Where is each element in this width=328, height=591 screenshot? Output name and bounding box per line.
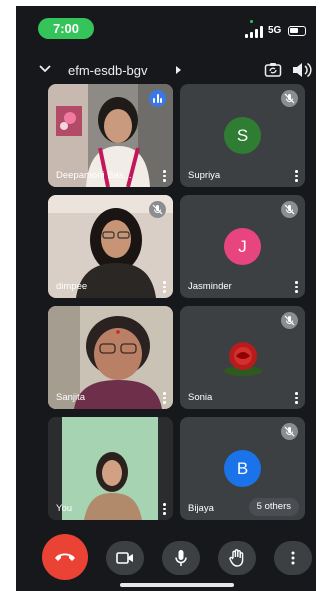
end-call-button[interactable] xyxy=(42,534,88,580)
switch-camera-icon[interactable] xyxy=(264,61,282,79)
camera-button[interactable] xyxy=(106,541,144,575)
mic-off-icon xyxy=(281,201,298,218)
participant-name: Jasminder xyxy=(188,281,232,292)
more-options-icon[interactable] xyxy=(294,170,298,182)
mic-off-icon xyxy=(149,201,166,218)
participant-name: dimpee xyxy=(56,281,88,292)
chevron-down-icon[interactable] xyxy=(38,62,52,76)
more-options-icon[interactable] xyxy=(162,170,166,182)
status-bar: 7:00 5G xyxy=(16,6,316,46)
avatar: S xyxy=(224,117,261,154)
avatar: J xyxy=(224,228,261,265)
meeting-code[interactable]: efm-esdb-bgv xyxy=(68,63,147,78)
participant-tile[interactable]: Sonia xyxy=(180,306,305,409)
home-indicator[interactable] xyxy=(120,583,234,587)
battery-icon xyxy=(288,26,306,36)
participant-tile-self[interactable]: You xyxy=(48,417,173,520)
participant-tile[interactable]: Sanjita xyxy=(48,306,173,409)
phone-screen: 7:00 5G efm-esdb-bgv Deepamoni Bas... S … xyxy=(16,6,316,591)
more-options-icon[interactable] xyxy=(162,503,166,515)
participant-name: Supriya xyxy=(188,170,221,181)
others-count-button[interactable]: 5 others xyxy=(248,498,299,516)
speaking-indicator-icon xyxy=(149,90,166,107)
participant-name: You xyxy=(56,503,73,514)
more-options-icon[interactable] xyxy=(162,281,166,293)
participant-tile[interactable]: S Supriya xyxy=(180,84,305,187)
participant-tile[interactable]: J Jasminder xyxy=(180,195,305,298)
raise-hand-button[interactable] xyxy=(218,541,256,575)
participant-tile[interactable]: B Bijaya 5 others xyxy=(180,417,305,520)
participant-name: Deepamoni Bas... xyxy=(56,170,132,181)
network-label: 5G xyxy=(268,25,282,36)
avatar: B xyxy=(224,450,261,487)
more-options-button[interactable] xyxy=(274,541,312,575)
camera-icon xyxy=(116,552,133,564)
mic-off-icon xyxy=(281,312,298,329)
caret-right-icon[interactable] xyxy=(176,66,181,74)
raise-hand-icon xyxy=(229,549,244,567)
mic-off-icon xyxy=(281,423,298,440)
more-options-icon[interactable] xyxy=(294,392,298,404)
status-time: 7:00 xyxy=(38,18,94,39)
more-options-icon[interactable] xyxy=(294,281,298,293)
more-options-icon[interactable] xyxy=(162,392,166,404)
meeting-header: efm-esdb-bgv xyxy=(16,56,316,86)
mic-off-icon xyxy=(281,90,298,107)
rose-profile-image xyxy=(224,342,262,376)
microphone-icon xyxy=(175,550,187,566)
participant-name: Sanjita xyxy=(56,392,86,403)
end-call-icon xyxy=(55,553,75,561)
participant-tile[interactable]: dimpee xyxy=(48,195,173,298)
speaker-icon[interactable] xyxy=(291,61,313,79)
participant-name: Bijaya xyxy=(188,503,214,514)
more-options-icon xyxy=(291,551,295,565)
privacy-indicator-icon xyxy=(250,20,253,23)
participant-tile[interactable]: Deepamoni Bas... xyxy=(48,84,173,187)
signal-icon xyxy=(245,26,265,38)
participant-name: Sonia xyxy=(188,392,213,403)
microphone-button[interactable] xyxy=(162,541,200,575)
